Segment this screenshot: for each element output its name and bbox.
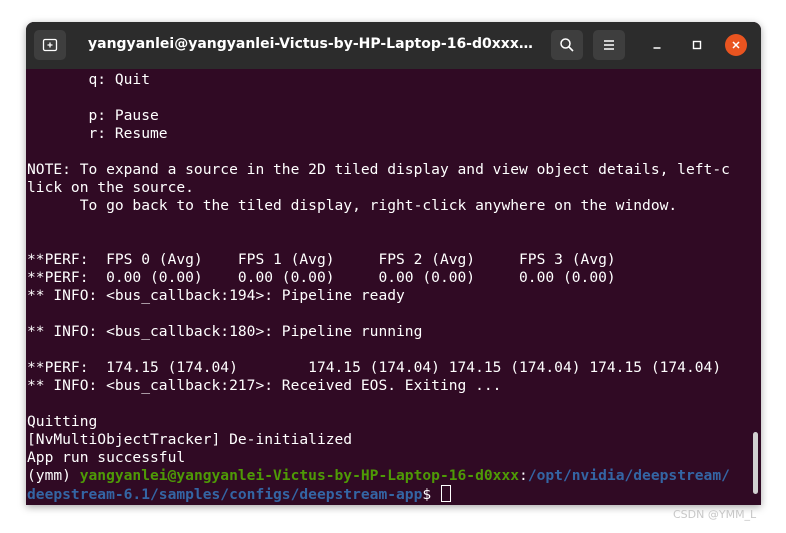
terminal-line: To go back to the tiled display, right-c… <box>27 197 678 214</box>
shell-prompt-line-2: deepstream-6.1/samples/configs/deepstrea… <box>26 485 761 503</box>
terminal-line: lick on the source. <box>27 179 194 196</box>
hamburger-menu-icon <box>604 40 614 50</box>
terminal-line: ** INFO: <bus_callback:180>: Pipeline ru… <box>27 323 423 340</box>
terminal-line: **PERF: 0.00 (0.00) 0.00 (0.00) 0.00 (0.… <box>27 269 616 286</box>
terminal-line: ** INFO: <bus_callback:217>: Received EO… <box>27 377 502 394</box>
title-bar: yangyanlei@yangyanlei-Victus-by-HP-Lapto… <box>26 22 761 69</box>
terminal-line: ** INFO: <bus_callback:194>: Pipeline re… <box>27 287 405 304</box>
terminal-line: NOTE: To expand a source in the 2D tiled… <box>27 161 730 178</box>
terminal-line: **PERF: FPS 0 (Avg) FPS 1 (Avg) FPS 2 (A… <box>27 251 616 268</box>
terminal-line: r: Resume <box>27 125 168 142</box>
terminal-line: [NvMultiObjectTracker] De-initialized <box>27 431 353 448</box>
prompt-path-part-1: /opt/nvidia/deepstream/ <box>527 467 730 484</box>
prompt-symbol: $ <box>422 486 440 503</box>
terminal-output[interactable]: q: Quit p: Pause r: Resume NOTE: To expa… <box>26 71 761 505</box>
close-icon <box>732 41 740 49</box>
close-button[interactable] <box>725 34 747 56</box>
search-button[interactable] <box>551 30 583 60</box>
terminal-window: yangyanlei@yangyanlei-Victus-by-HP-Lapto… <box>26 22 761 505</box>
search-icon <box>560 38 574 52</box>
prompt-colon: : <box>519 467 528 484</box>
maximize-button[interactable] <box>686 34 708 56</box>
prompt-env: (ymm) <box>27 467 80 484</box>
new-tab-button[interactable] <box>34 30 66 60</box>
terminal-scrollbar[interactable] <box>753 432 758 494</box>
new-tab-icon <box>42 38 58 52</box>
terminal-line: q: Quit <box>27 71 151 88</box>
maximize-icon <box>692 40 702 50</box>
minimize-icon <box>653 47 661 49</box>
prompt-path-part-2: deepstream-6.1/samples/configs/deepstrea… <box>27 486 423 503</box>
menu-button[interactable] <box>593 30 625 60</box>
terminal-line: App run successful <box>27 449 186 466</box>
terminal-line: p: Pause <box>27 107 159 124</box>
watermark: CSDN @YMM_L <box>673 508 757 521</box>
terminal-line: Quitting <box>27 413 98 430</box>
shell-prompt-line-1: (ymm) yangyanlei@yangyanlei-Victus-by-HP… <box>26 467 761 485</box>
prompt-user-host: yangyanlei@yangyanlei-Victus-by-HP-Lapto… <box>79 467 520 484</box>
minimize-button[interactable] <box>646 34 668 56</box>
text-cursor[interactable] <box>440 485 451 502</box>
window-title: yangyanlei@yangyanlei-Victus-by-HP-Lapto… <box>88 36 533 52</box>
terminal-line: **PERF: 174.15 (174.04) 174.15 (174.04) … <box>27 359 722 376</box>
